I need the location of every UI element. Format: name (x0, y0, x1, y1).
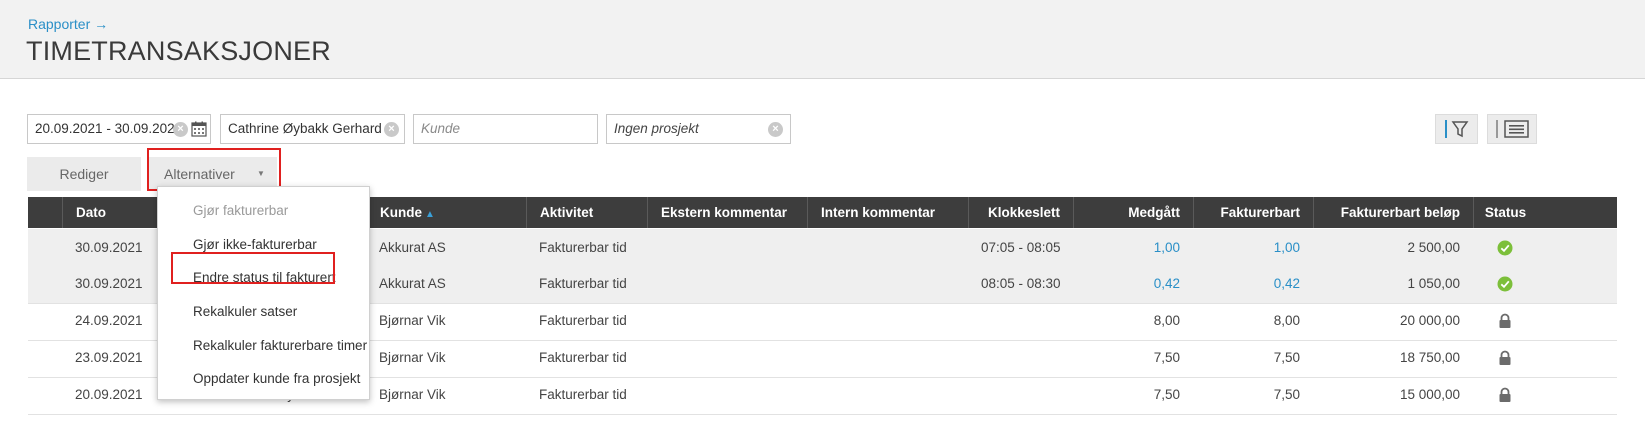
menu-item-recalculate-billable-hours[interactable]: Rekalkuler fakturerbare timer (158, 331, 369, 361)
date-range-field[interactable]: 20.09.2021 - 30.09.2021 × (27, 114, 211, 144)
page-title: TIMETRANSAKSJONER (26, 36, 331, 66)
cell-klokkeslett: 07:05 - 08:05 (981, 240, 1061, 255)
calendar-icon[interactable] (191, 121, 207, 137)
cell-belop: 1 050,00 (1407, 276, 1460, 291)
menu-item-make-billable[interactable]: Gjør fakturerbar (158, 196, 369, 226)
project-filter-value: Ingen prosjekt (614, 121, 699, 136)
cell-aktivitet: Fakturerbar tid (539, 387, 627, 402)
header-intern-kommentar[interactable]: Intern kommentar (807, 197, 968, 228)
cell-medgatt[interactable]: 1,00 (1073, 229, 1193, 267)
breadcrumb-rapporter[interactable]: Rapporter → (28, 16, 108, 32)
menu-item-recalculate-rates[interactable]: Rekalkuler satser (158, 297, 369, 327)
header-aktivitet[interactable]: Aktivitet (526, 197, 647, 228)
cell-belop: 20 000,00 (1399, 313, 1460, 328)
cell-kunde: Akkurat AS (379, 276, 446, 291)
cell-medgatt: 7,50 (1153, 350, 1180, 365)
project-filter[interactable]: Ingen prosjekt × (606, 114, 791, 144)
approved-check-icon (1497, 240, 1513, 256)
employee-filter[interactable]: Cathrine Øybakk Gerhard × (220, 114, 405, 144)
cell-klokkeslett (968, 339, 1073, 377)
cell-klokkeslett: 08:05 - 08:30 (981, 276, 1061, 291)
menu-item-update-customer-from-project[interactable]: Oppdater kunde fra prosjekt (158, 364, 369, 394)
cell-aktivitet: Fakturerbar tid (539, 313, 627, 328)
cell-fakturerbart: 7,50 (1273, 387, 1300, 402)
date-range-value: 20.09.2021 - 30.09.2021 (35, 121, 183, 136)
customer-filter[interactable]: Kunde (413, 114, 598, 144)
customer-filter-placeholder: Kunde (421, 121, 461, 136)
approved-check-icon (1497, 276, 1513, 292)
edit-button[interactable]: Rediger (27, 157, 141, 191)
clear-date-icon[interactable]: × (173, 122, 188, 137)
menu-item-make-non-billable[interactable]: Gjør ikke-fakturerbar (158, 230, 369, 260)
cell-kunde: Akkurat AS (379, 240, 446, 255)
menu-item-change-status-invoiced[interactable]: Endre status til fakturert (158, 263, 369, 293)
cell-aktivitet: Fakturerbar tid (539, 276, 627, 291)
header-medgatt[interactable]: Medgått (1073, 197, 1193, 228)
alternatives-label: Alternativer (164, 166, 235, 182)
header-status[interactable]: Status (1473, 197, 1537, 228)
cell-fakturerbart[interactable]: 0,42 (1193, 265, 1313, 303)
list-view-icon (1496, 120, 1529, 138)
cell-aktivitet: Fakturerbar tid (539, 350, 627, 365)
cell-klokkeslett (968, 302, 1073, 340)
header-fakturerbart[interactable]: Fakturerbart (1193, 197, 1313, 228)
lock-icon (1499, 387, 1511, 402)
column-view-button[interactable] (1487, 114, 1537, 144)
filter-icon (1445, 120, 1469, 138)
cell-belop: 2 500,00 (1407, 240, 1460, 255)
cell-fakturerbart: 8,00 (1273, 313, 1300, 328)
cell-fakturerbart[interactable]: 1,00 (1193, 229, 1313, 267)
cell-belop: 18 750,00 (1399, 350, 1460, 365)
header-select-col (28, 197, 62, 228)
cell-kunde: Bjørnar Vik (379, 313, 446, 328)
header-kunde-label: Kunde (380, 205, 422, 220)
lock-icon (1499, 313, 1511, 328)
header-kunde[interactable]: Kunde ▲ (366, 197, 526, 228)
lock-icon (1499, 350, 1511, 365)
header-ekstern-kommentar[interactable]: Ekstern kommentar (647, 197, 807, 228)
alternatives-dropdown-menu: Gjør fakturerbar Gjør ikke-fakturerbar E… (157, 186, 370, 400)
cell-aktivitet: Fakturerbar tid (539, 240, 627, 255)
sort-ascending-icon: ▲ (425, 209, 435, 220)
cell-medgatt[interactable]: 0,42 (1073, 265, 1193, 303)
clear-project-icon[interactable]: × (768, 122, 783, 137)
cell-belop: 15 000,00 (1399, 387, 1460, 402)
page-header: Rapporter → TIMETRANSAKSJONER (0, 0, 1645, 79)
filter-toggle-button[interactable] (1435, 114, 1478, 144)
cell-fakturerbart: 7,50 (1273, 350, 1300, 365)
cell-klokkeslett (968, 376, 1073, 414)
employee-filter-value: Cathrine Øybakk Gerhard (228, 121, 382, 136)
cell-kunde: Bjørnar Vik (379, 387, 446, 402)
header-fakturerbart-belop[interactable]: Fakturerbart beløp (1313, 197, 1473, 228)
header-klokkeslett[interactable]: Klokkeslett (968, 197, 1073, 228)
cell-kunde: Bjørnar Vik (379, 350, 446, 365)
clear-employee-icon[interactable]: × (384, 122, 399, 137)
cell-medgatt: 8,00 (1153, 313, 1180, 328)
cell-medgatt: 7,50 (1153, 387, 1180, 402)
